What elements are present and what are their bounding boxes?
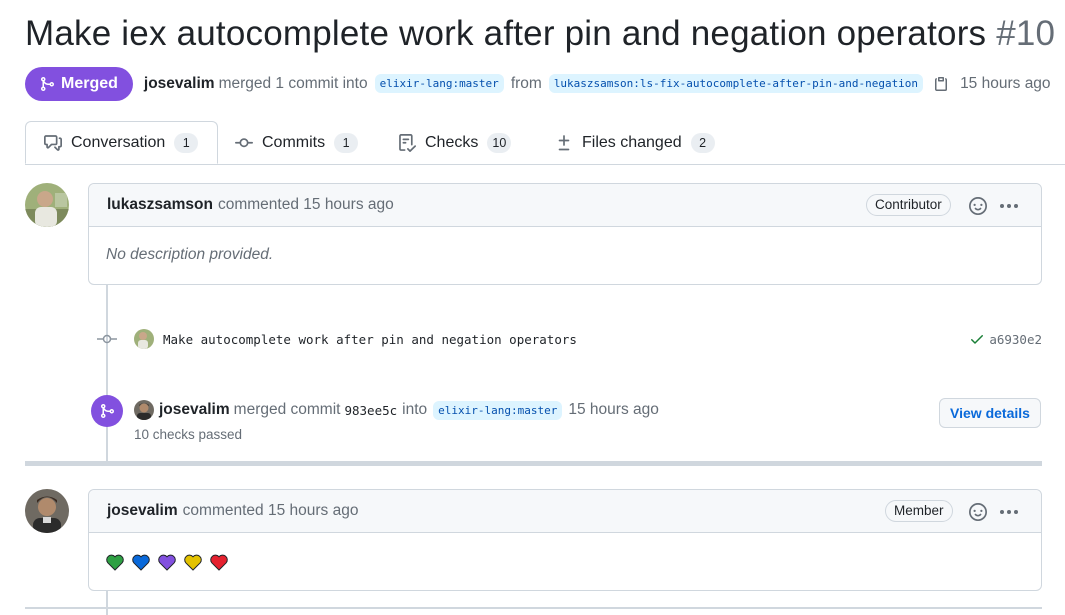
merge-commit-sha-link[interactable]: 983ee5c (344, 403, 397, 418)
diff-icon (558, 134, 570, 150)
tab-commits-label: Commits (262, 133, 326, 151)
checks-passed-text: 10 checks passed (134, 427, 243, 442)
head-branch-label[interactable]: lukaszsamson:ls-fix-autocomplete-after-p… (548, 74, 924, 93)
pr-title-text: Make iex autocomplete work after pin and… (25, 14, 987, 53)
comment-body: No description provided. (89, 246, 1041, 264)
view-details-button[interactable]: View details (939, 398, 1041, 428)
from-text: from (510, 74, 542, 92)
merge-event: josevalim merged commit 983ee5c into eli… (134, 400, 659, 420)
merge-event-into: into (402, 401, 428, 418)
merge-author-link[interactable]: josevalim (144, 75, 215, 93)
timeline-bottom-separator (25, 607, 1042, 609)
comment-author-link[interactable]: josevalim (107, 502, 178, 520)
comment-header: lukaszsamson commented 15 hours ago Cont… (89, 184, 1041, 227)
git-merge-icon (101, 404, 115, 418)
avatar-lukaszsamson[interactable] (25, 183, 69, 227)
comment-josevalim: josevalim commented 15 hours ago Member (88, 489, 1042, 591)
git-commit-icon (97, 332, 117, 346)
commit-sha-area: a6930e2 (969, 326, 1042, 352)
check-icon[interactable] (969, 331, 985, 347)
add-reaction-icon[interactable] (969, 197, 987, 220)
commit-row: Make autocomplete work after pin and neg… (88, 326, 1042, 352)
tab-conversation[interactable]: Conversation 1 (25, 121, 219, 164)
green-heart-icon (106, 554, 124, 571)
tab-conversation-count: 1 (174, 132, 199, 153)
copy-icon[interactable] (933, 76, 949, 92)
comment-body (89, 554, 1041, 571)
git-commit-icon (235, 137, 253, 147)
checklist-icon (399, 133, 416, 152)
timeline-line-lower (106, 590, 108, 615)
commit-sha-link[interactable]: a6930e2 (989, 332, 1042, 347)
hearts-row (106, 554, 1024, 571)
kebab-menu-icon[interactable] (998, 503, 1020, 526)
merge-event-author-link[interactable]: josevalim (159, 401, 230, 419)
tab-checks[interactable]: Checks 10 (398, 121, 512, 164)
merge-event-time[interactable]: 15 hours ago (568, 401, 659, 419)
tab-files-changed-label: Files changed (582, 133, 682, 151)
tab-commits-count: 1 (334, 132, 359, 153)
tab-checks-label: Checks (425, 133, 479, 151)
comment-author-link[interactable]: lukaszsamson (107, 196, 213, 214)
purple-heart-icon (158, 554, 176, 571)
merge-author-avatar[interactable] (134, 400, 154, 420)
kebab-menu-icon[interactable] (998, 197, 1020, 220)
comment-action-text: commented (182, 502, 264, 519)
merge-action-text: merged 1 commit into (218, 74, 368, 92)
yellow-heart-icon (184, 554, 202, 571)
tab-files-changed[interactable]: Files changed 2 (555, 121, 715, 164)
commit-message-link[interactable]: Make autocomplete work after pin and neg… (163, 332, 577, 347)
timeline-separator (25, 461, 1042, 466)
tab-conversation-label: Conversation (71, 133, 166, 151)
comment-body-text: No description provided. (106, 246, 274, 263)
red-heart-icon (210, 554, 228, 571)
merge-event-branch-label[interactable]: elixir-lang:master (433, 400, 563, 420)
merged-status-badge: Merged (25, 66, 133, 101)
comment-action-text: commented (217, 196, 299, 213)
comment-lukaszsamson: lukaszsamson commented 15 hours ago Cont… (88, 183, 1042, 285)
pr-meta: Merged josevalim merged 1 commit into el… (25, 66, 1051, 101)
tab-files-changed-count: 2 (690, 132, 715, 153)
commit-author-avatar[interactable] (134, 329, 154, 349)
tab-commits[interactable]: Commits 1 (235, 121, 359, 164)
avatar-josevalim[interactable] (25, 489, 69, 533)
pr-number[interactable]: #10 (996, 14, 1055, 53)
contributor-badge: Contributor (866, 194, 951, 216)
comment-discussion-icon (44, 134, 62, 151)
comment-time[interactable]: 15 hours ago (303, 196, 394, 214)
base-branch-label[interactable]: elixir-lang:master (374, 74, 504, 93)
timeline-line-upper (106, 284, 108, 461)
blue-heart-icon (132, 554, 150, 571)
git-merge-icon (41, 76, 55, 91)
add-reaction-icon[interactable] (969, 503, 987, 526)
comment-header: josevalim commented 15 hours ago Member (89, 490, 1041, 533)
merged-status-label: Merged (61, 74, 118, 92)
pr-tabs: Conversation 1 Commits 1 Checks 10 Files… (25, 121, 1065, 165)
merge-time[interactable]: 15 hours ago (960, 75, 1051, 93)
comment-time[interactable]: 15 hours ago (268, 502, 359, 520)
merge-event-action: merged commit (233, 401, 341, 418)
pr-title: Make iex autocomplete work after pin and… (25, 14, 1055, 54)
merge-event-badge (91, 395, 123, 427)
tab-checks-count: 10 (487, 132, 512, 153)
member-badge: Member (885, 500, 953, 522)
